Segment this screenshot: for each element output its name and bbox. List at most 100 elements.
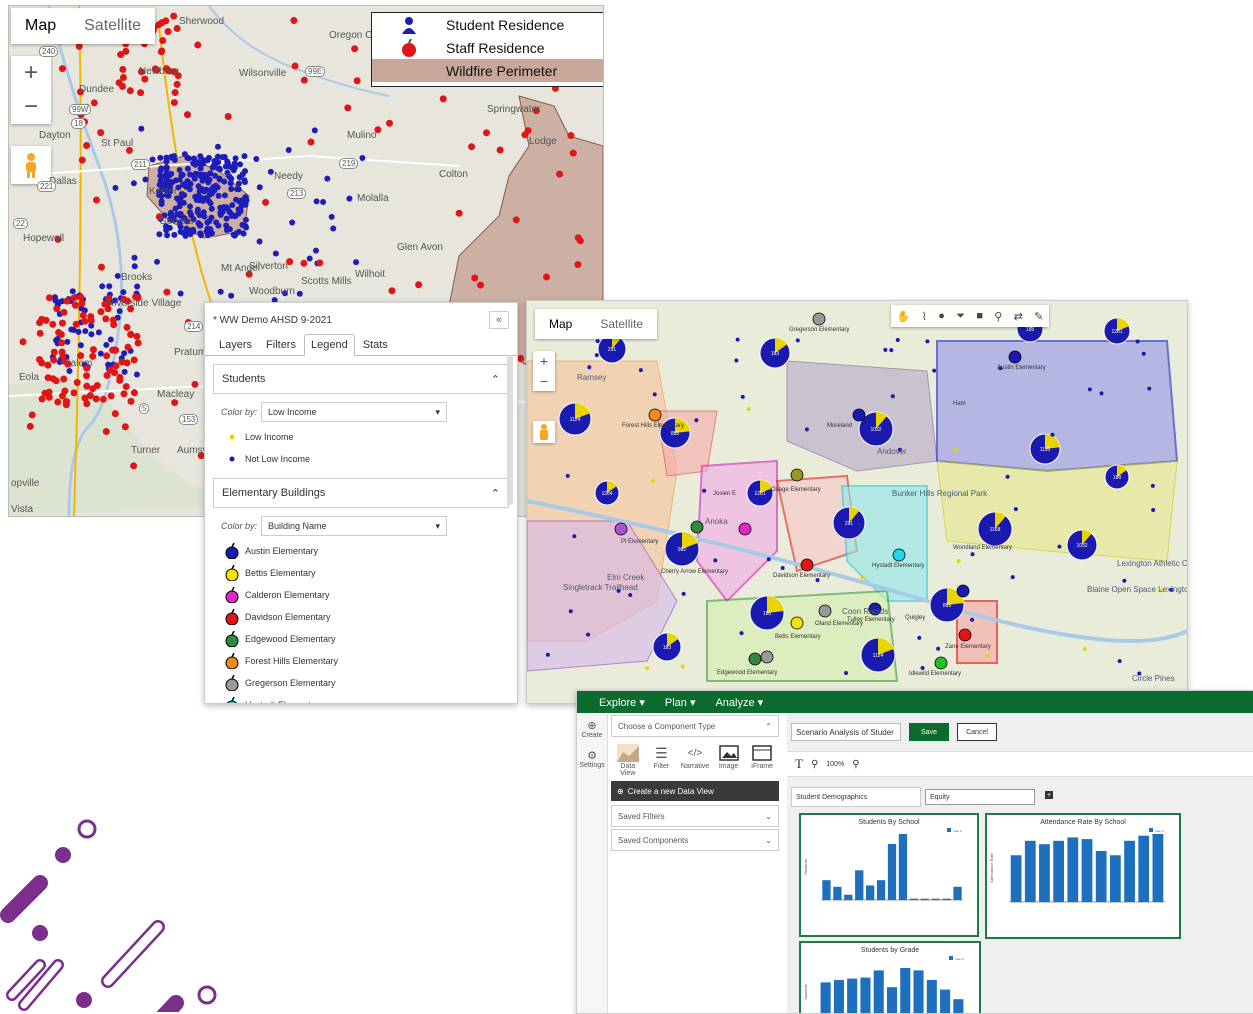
student-dot xyxy=(652,392,657,397)
draw-tool-3-icon[interactable]: ⏷ xyxy=(956,310,965,323)
map2-label: Hystadt Elementary xyxy=(872,563,925,569)
apple-icon xyxy=(225,609,239,625)
collapse-panel-icon[interactable]: « xyxy=(489,311,509,329)
building-legend-list: Austin Elementary Bettis Elementary Calder… xyxy=(205,540,517,703)
chart-card-students-by-school[interactable]: Students By School Year 4 Students xyxy=(799,813,979,937)
staff-residence-marker xyxy=(162,17,170,25)
chevron-up-icon[interactable]: ⌃ xyxy=(491,487,500,500)
zoom-in-button[interactable]: + xyxy=(11,56,51,90)
student-residence-marker xyxy=(97,350,104,357)
chevron-up-icon[interactable]: ⌃ xyxy=(491,373,500,386)
draw-tool-4-icon[interactable]: ■ xyxy=(976,310,983,322)
staff-residence-marker xyxy=(170,99,178,107)
component-narrative[interactable]: </> Narrative xyxy=(680,743,710,777)
map2-label: Davidson Elementary xyxy=(773,573,831,579)
map1-zoom-control[interactable]: + − xyxy=(11,56,51,124)
text-tool-icon[interactable]: T xyxy=(795,756,803,772)
scenario-title-input[interactable]: Scenario Analysis of Studer xyxy=(791,723,901,741)
map2-pegman-icon[interactable] xyxy=(533,421,555,443)
tab-name-input[interactable]: Equity xyxy=(925,789,1035,805)
chart-icon xyxy=(616,743,639,763)
student-residence-marker xyxy=(232,155,239,162)
cancel-button[interactable]: Cancel xyxy=(957,723,997,741)
map2-type-satellite[interactable]: Satellite xyxy=(586,309,657,339)
school-apple-icon xyxy=(760,650,774,664)
nav-analyze[interactable]: Analyze ▾ xyxy=(715,696,763,709)
save-button[interactable]: Save xyxy=(909,723,949,741)
legend-item-building: Austin Elementary xyxy=(221,540,517,562)
saved-filters-header[interactable]: Saved Filters ⌄ xyxy=(611,805,779,827)
draw-tool-6-icon[interactable]: ⇄ xyxy=(1014,310,1023,323)
place-label-springwater: Springwater xyxy=(487,104,541,115)
legend-item-building: Gregerson Elementary xyxy=(221,672,517,694)
add-tab-icon[interactable]: + xyxy=(1045,791,1053,799)
rail-create[interactable]: ⊕ Create xyxy=(577,719,607,739)
drawing-toolbar[interactable]: ✋ ⌇ ● ⏷ ■ ⚲ ⇄ ✎ xyxy=(891,305,1049,327)
component-data-view[interactable]: Data View xyxy=(613,743,643,777)
buildings-color-by-select[interactable]: Building Name ▾ xyxy=(261,516,448,536)
map1-type-toggle[interactable]: Map Satellite xyxy=(11,8,156,44)
staff-residence-marker xyxy=(112,362,120,370)
street-view-pegman-icon[interactable] xyxy=(11,146,51,184)
nav-plan[interactable]: Plan ▾ xyxy=(665,696,696,709)
tab-stats[interactable]: Stats xyxy=(357,335,394,355)
map2-type-toggle[interactable]: Map Satellite xyxy=(535,309,658,339)
student-residence-marker xyxy=(353,259,360,266)
student-residence-marker xyxy=(256,238,263,245)
zoom-out-icon[interactable]: ⚲ xyxy=(811,759,818,770)
component-iframe[interactable]: iFrame xyxy=(747,743,777,777)
zoom-in-icon[interactable]: ⚲ xyxy=(852,759,859,770)
map1-type-map[interactable]: Map xyxy=(11,8,70,44)
draw-tool-7-icon[interactable]: ✎ xyxy=(1034,310,1043,323)
draw-tool-2-icon[interactable]: ● xyxy=(938,310,945,322)
road-shield-221: 221 xyxy=(37,181,57,192)
staff-residence-marker xyxy=(290,16,298,24)
student-residence-marker xyxy=(230,167,237,174)
saved-components-header[interactable]: Saved Components ⌄ xyxy=(611,829,779,851)
panel-scrollbar[interactable] xyxy=(507,355,513,505)
draw-tool-1-icon[interactable]: ⌇ xyxy=(922,310,927,323)
tab-legend[interactable]: Legend xyxy=(303,334,355,356)
tab-student-demographics[interactable]: Student Demographics xyxy=(791,787,921,807)
tab-filters[interactable]: Filters xyxy=(260,335,302,355)
student-residence-marker xyxy=(106,283,113,290)
student-residence-marker xyxy=(194,209,201,216)
component-filter[interactable]: ☰ Filter xyxy=(646,743,676,777)
create-data-view-button[interactable]: ⊕ Create a new Data View xyxy=(611,781,779,801)
map1-type-satellite[interactable]: Satellite xyxy=(70,8,155,44)
staff-residence-marker xyxy=(120,390,128,398)
student-residence-marker xyxy=(223,222,230,229)
staff-residence-marker xyxy=(569,149,577,157)
place-label-salem: Salem xyxy=(64,358,93,369)
staff-residence-marker xyxy=(291,62,299,70)
buildings-color-by-value: Building Name xyxy=(268,521,327,531)
component-image[interactable]: Image xyxy=(714,743,744,777)
student-residence-marker xyxy=(95,329,102,336)
district-map[interactable]: 291 183 1124 883 1032 188 1281 1116 1168 1284 982 1… xyxy=(526,300,1188,704)
school-apple-icon xyxy=(800,558,814,572)
map2-zoom-in-button[interactable]: + xyxy=(533,351,555,371)
map2-zoom-control[interactable]: + − xyxy=(533,351,555,391)
chart-card-attendance-rate[interactable]: Attendance Rate By School Year 4 Attendan… xyxy=(985,813,1181,939)
nav-explore[interactable]: Explore ▾ xyxy=(599,696,645,709)
chart-card-students-by-grade[interactable]: Students by Grade Year 4 Students xyxy=(799,941,981,1013)
student-residence-marker xyxy=(206,218,213,225)
students-color-by-select[interactable]: Low Income ▾ xyxy=(261,402,448,422)
draw-tool-5-icon[interactable]: ⚲ xyxy=(994,310,1002,323)
buildings-section-header[interactable]: Elementary Buildings ⌃ xyxy=(213,478,509,508)
component-type-header[interactable]: Choose a Component Type ⌃ xyxy=(611,715,779,737)
student-residence-marker xyxy=(183,183,190,190)
map2-zoom-out-button[interactable]: − xyxy=(533,371,555,391)
legend-panel: * WW Demo AHSD 9-2021 « Layers Filters L… xyxy=(204,302,518,704)
staff-residence-marker xyxy=(130,462,138,470)
analysis-builder: Explore ▾ Plan ▾ Analyze ▾ ⊕ Create ⚙ Se… xyxy=(576,690,1253,1014)
zoom-out-button[interactable]: − xyxy=(11,90,51,124)
rail-settings[interactable]: ⚙ Settings xyxy=(577,749,607,769)
chart-bar xyxy=(909,898,918,900)
tab-layers[interactable]: Layers xyxy=(213,335,258,355)
students-section-header[interactable]: Students ⌃ xyxy=(213,364,509,394)
staff-residence-marker xyxy=(44,361,52,369)
map2-type-map[interactable]: Map xyxy=(535,309,586,339)
draw-tool-0-icon[interactable]: ✋ xyxy=(897,310,911,323)
student-residence-marker xyxy=(177,228,184,235)
